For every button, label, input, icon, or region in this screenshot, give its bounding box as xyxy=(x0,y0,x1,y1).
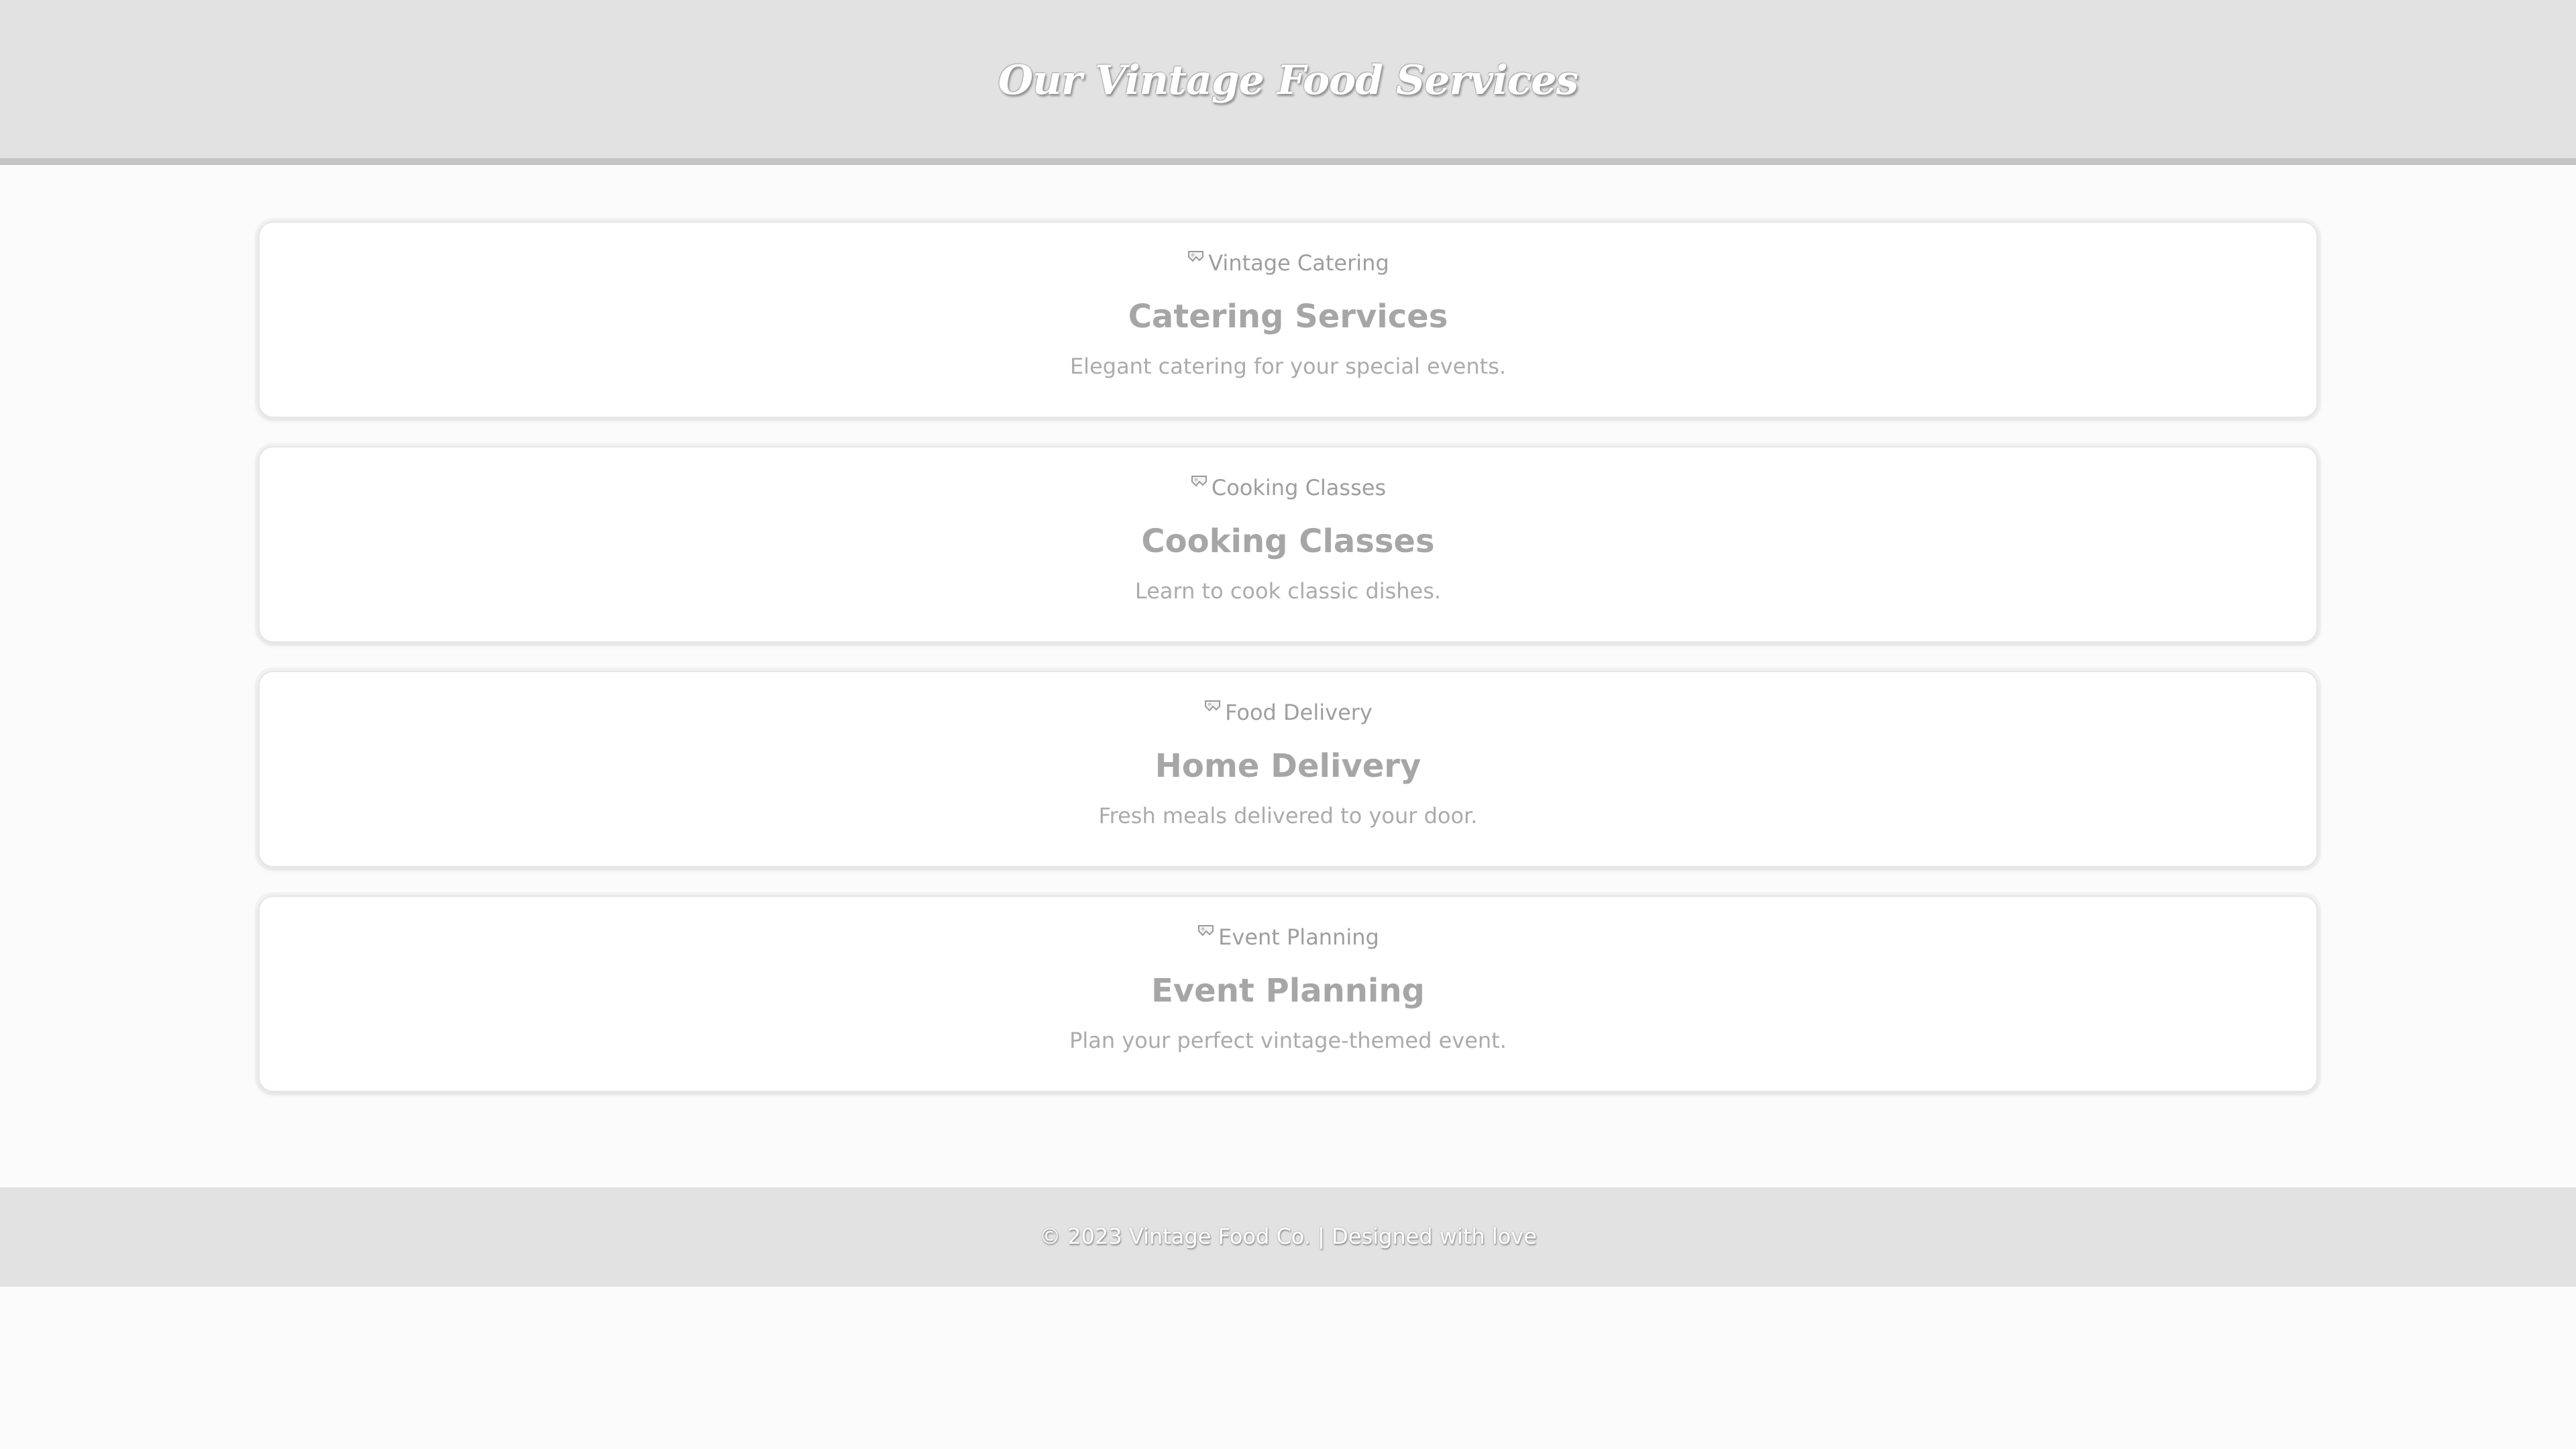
service-description: Learn to cook classic dishes. xyxy=(1134,578,1442,604)
footer-copyright: © 2023 Vintage Food Co. | Designed with … xyxy=(1039,1224,1537,1249)
service-image: Cooking Classes xyxy=(1190,474,1386,501)
service-card-cooking-classes: Cooking Classes Cooking Classes Learn to… xyxy=(258,446,2318,643)
service-image-alt: Food Delivery xyxy=(1225,700,1373,725)
service-description: Elegant catering for your special events… xyxy=(1069,354,1507,379)
service-title: Event Planning xyxy=(1151,972,1425,1010)
services-list: Vintage Catering Catering Services Elega… xyxy=(0,165,2576,1187)
service-card-home-delivery: Food Delivery Home Delivery Fresh meals … xyxy=(258,671,2318,867)
service-image: Food Delivery xyxy=(1203,699,1373,726)
service-image-alt: Event Planning xyxy=(1218,924,1379,950)
service-title: Catering Services xyxy=(1128,298,1448,335)
site-header: Our Vintage Food Services xyxy=(0,0,2576,165)
service-image: Vintage Catering xyxy=(1187,250,1389,276)
broken-image-icon xyxy=(1203,698,1224,718)
broken-image-icon xyxy=(1187,249,1207,269)
service-description: Plan your perfect vintage-themed event. xyxy=(1069,1028,1507,1053)
service-title: Home Delivery xyxy=(1155,747,1421,785)
service-card-event-planning: Event Planning Event Planning Plan your … xyxy=(258,896,2318,1092)
service-description: Fresh meals delivered to your door. xyxy=(1098,803,1478,828)
service-image-alt: Cooking Classes xyxy=(1211,475,1387,500)
site-footer: © 2023 Vintage Food Co. | Designed with … xyxy=(0,1187,2576,1287)
service-image-alt: Vintage Catering xyxy=(1208,250,1389,276)
service-title: Cooking Classes xyxy=(1141,523,1435,560)
service-image: Event Planning xyxy=(1197,924,1379,951)
service-card-catering: Vintage Catering Catering Services Elega… xyxy=(258,221,2318,418)
broken-image-icon xyxy=(1197,923,1217,943)
broken-image-icon xyxy=(1190,474,1210,494)
site-title: Our Vintage Food Services xyxy=(998,57,1578,104)
